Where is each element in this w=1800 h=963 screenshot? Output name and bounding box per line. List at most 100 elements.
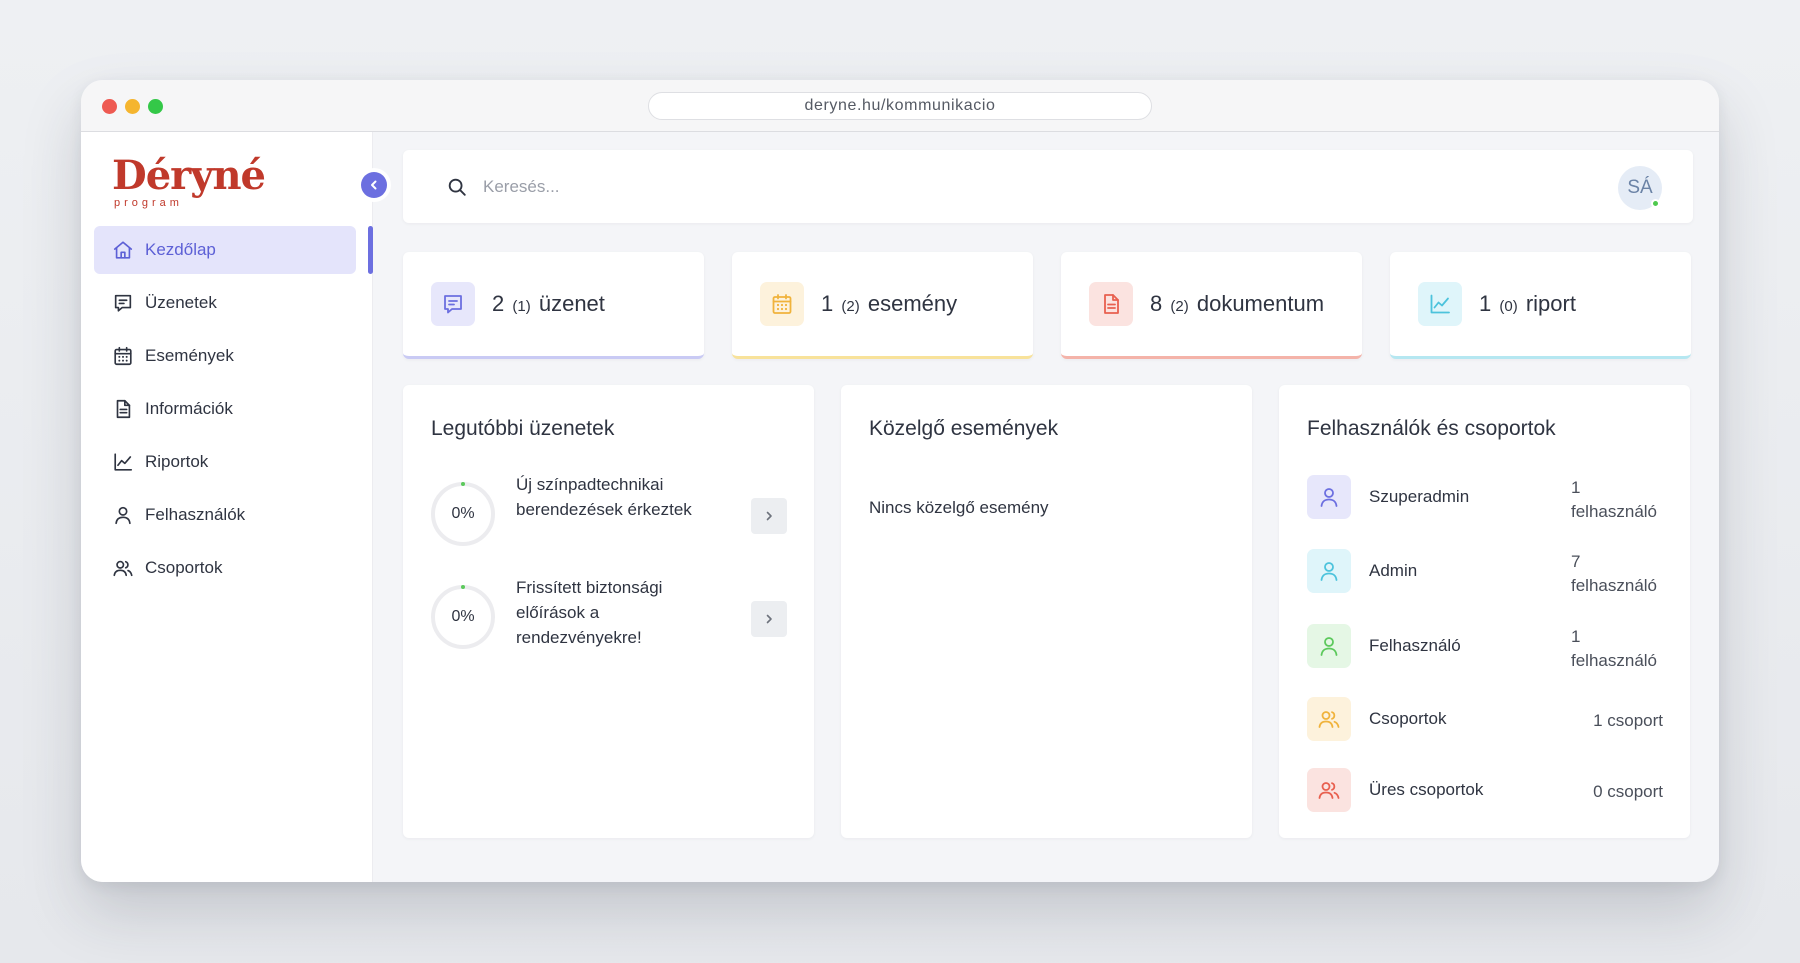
- stat-label: riport: [1525, 291, 1576, 316]
- group-count: 0 csoport: [1593, 782, 1663, 801]
- stat-text: 8 (2) dokumentum: [1150, 291, 1324, 317]
- open-message-button[interactable]: [751, 601, 787, 637]
- group-count-unit: felhasználó: [1571, 576, 1658, 595]
- stat-sub-count: (1): [512, 298, 531, 315]
- stat-sub-count: (2): [1170, 298, 1189, 315]
- sidebar-item-felhasznalok[interactable]: Felhasználók: [94, 491, 356, 539]
- group-count: 1 felhasználó: [1571, 476, 1663, 524]
- group-row-csoportok[interactable]: Csoportok 1 csoport: [1307, 697, 1663, 743]
- upcoming-events-panel: Közelgő események Nincs közelgő esemény: [841, 385, 1252, 838]
- stat-icon-container: [1089, 282, 1133, 326]
- group-icon-container: [1307, 768, 1351, 812]
- chart-icon: [1430, 294, 1450, 314]
- group-name: Felhasználó: [1369, 636, 1461, 655]
- document-icon: [116, 399, 131, 419]
- sidebar: Déryné program Kezdőlap Üzenetek Esemény…: [81, 132, 387, 882]
- stat-card-documents[interactable]: 8 (2) dokumentum: [1061, 252, 1362, 359]
- minimize-window-button[interactable]: [125, 99, 140, 114]
- user-icon: [1320, 562, 1338, 581]
- user-icon: [1320, 488, 1338, 507]
- stat-count: 2: [492, 291, 505, 316]
- group-row-admin[interactable]: Admin 7 felhasználó: [1307, 549, 1663, 595]
- group-count-number: 7: [1571, 552, 1581, 571]
- users-icon: [1318, 782, 1340, 799]
- stat-icon-container: [760, 282, 804, 326]
- list-item[interactable]: 0% Frissített biztonsági előírások a ren…: [431, 573, 787, 663]
- open-message-button[interactable]: [751, 498, 787, 534]
- chart-icon: [114, 453, 133, 471]
- message-title: Új színpadtechnikai berendezések érkezte…: [516, 475, 692, 519]
- panel-title: Közelgő események: [869, 417, 1059, 440]
- users-icon: [1318, 711, 1340, 728]
- logo-text: Déryné: [112, 152, 266, 199]
- calendar-icon: [114, 346, 132, 366]
- logo-subtext: program: [114, 197, 183, 209]
- stat-text: 2 (1) üzenet: [492, 291, 605, 317]
- group-icon-container: [1307, 624, 1351, 668]
- group-count: 1 felhasználó: [1571, 625, 1663, 673]
- group-icon-container: [1307, 549, 1351, 593]
- group-name: Szuperadmin: [1369, 487, 1470, 506]
- sidebar-item-riportok[interactable]: Riportok: [94, 438, 356, 486]
- group-count: 1 csoport: [1593, 711, 1663, 730]
- sidebar-item-label: Információk: [145, 399, 233, 418]
- search-input[interactable]: [483, 170, 1283, 204]
- close-window-button[interactable]: [102, 99, 117, 114]
- url-bar[interactable]: deryne.hu/kommunikacio: [648, 92, 1152, 120]
- group-count-number: 1: [1571, 627, 1581, 646]
- users-icon: [113, 560, 133, 577]
- stat-card-events[interactable]: 1 (2) esemény: [732, 252, 1033, 359]
- group-icon-container: [1307, 475, 1351, 519]
- empty-state-text: Nincs közelgő esemény: [869, 498, 1049, 517]
- calendar-icon: [772, 294, 792, 314]
- group-count: 7 felhasználó: [1571, 550, 1663, 598]
- sidebar-item-label: Események: [145, 346, 234, 365]
- chevron-right-icon: [766, 614, 772, 624]
- progress-label: 0%: [451, 608, 475, 625]
- stat-count: 1: [821, 291, 834, 316]
- stat-count: 1: [1479, 291, 1492, 316]
- group-row-felhasznalo[interactable]: Felhasználó 1 felhasználó: [1307, 624, 1663, 670]
- group-icon-container: [1307, 697, 1351, 741]
- sidebar-item-label: Üzenetek: [145, 293, 217, 312]
- sidebar-item-esemenyek[interactable]: Események: [94, 332, 356, 380]
- stat-card-reports[interactable]: 1 (0) riport: [1390, 252, 1691, 359]
- browser-window: deryne.hu/kommunikacio Déryné program Ke…: [81, 80, 1719, 882]
- group-count-unit: felhasználó: [1571, 651, 1658, 670]
- title-bar: deryne.hu/kommunikacio: [81, 80, 1719, 132]
- group-count-unit: felhasználó: [1571, 502, 1658, 521]
- group-name: Üres csoportok: [1369, 780, 1484, 799]
- stat-label: dokumentum: [1196, 291, 1325, 316]
- sidebar-item-label: Kezdőlap: [145, 240, 216, 259]
- main-content: SÁ 2 (1) üzenet 1 (2) esemény: [373, 132, 1719, 882]
- home-icon: [113, 241, 133, 259]
- logo[interactable]: Déryné program: [112, 152, 266, 209]
- users-groups-panel: Felhasználók és csoportok Szuperadmin 1 …: [1279, 385, 1690, 838]
- message-title: Frissített biztonsági előírások a rendez…: [516, 578, 663, 647]
- chevron-right-icon: [766, 511, 772, 521]
- sidebar-item-csoportok[interactable]: Csoportok: [94, 544, 356, 592]
- sidebar-item-informaciok[interactable]: Információk: [94, 385, 356, 433]
- sidebar-item-kezdolap[interactable]: Kezdőlap: [94, 226, 356, 274]
- stat-label: esemény: [867, 291, 958, 316]
- list-item[interactable]: 0% Új színpadtechnikai berendezések érke…: [431, 470, 787, 560]
- group-count-number: 1: [1571, 478, 1581, 497]
- user-icon: [1320, 637, 1338, 656]
- group-name: Csoportok: [1369, 709, 1447, 728]
- group-row-ures-csoportok[interactable]: Üres csoportok 0 csoport: [1307, 768, 1663, 814]
- stat-label: üzenet: [538, 291, 605, 316]
- stat-card-messages[interactable]: 2 (1) üzenet: [403, 252, 704, 359]
- sidebar-item-label: Riportok: [145, 452, 209, 471]
- group-name: Admin: [1369, 561, 1418, 580]
- sidebar-item-label: Felhasználók: [145, 505, 246, 524]
- maximize-window-button[interactable]: [148, 99, 163, 114]
- stat-count: 8: [1150, 291, 1163, 316]
- sidebar-item-uzenetek[interactable]: Üzenetek: [94, 279, 356, 327]
- panel-title: Legutóbbi üzenetek: [431, 417, 615, 440]
- group-row-szuperadmin[interactable]: Szuperadmin 1 felhasználó: [1307, 475, 1663, 521]
- stat-sub-count: (0): [1499, 298, 1518, 315]
- stat-text: 1 (2) esemény: [821, 291, 957, 317]
- avatar[interactable]: SÁ: [1618, 166, 1662, 210]
- recent-messages-panel: Legutóbbi üzenetek 0% Új színpadtechnika…: [403, 385, 814, 838]
- sidebar-item-label: Csoportok: [145, 558, 223, 577]
